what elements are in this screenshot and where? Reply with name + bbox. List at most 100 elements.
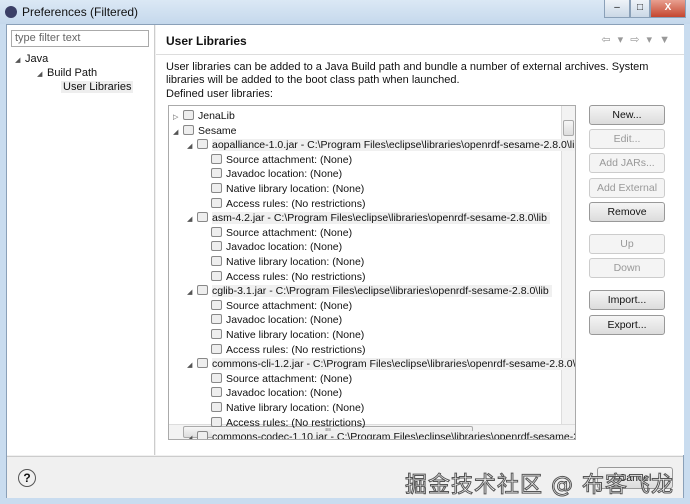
node-label: Sesame [198,124,237,137]
expand-toggle-icon[interactable]: ◢ [173,126,183,140]
nav-user-libraries[interactable]: User Libraries [61,81,134,93]
jar-icon [197,358,208,369]
preference-nav-panel: type filter text ◢ Java ◢ Build Path User … [7,25,155,455]
expand-toggle-icon[interactable]: ◢ [187,213,197,227]
attr-icon [211,168,222,179]
attr-icon [211,402,222,412]
vertical-scroll-thumb[interactable] [563,120,574,136]
attr-icon [211,183,222,193]
attr-icon [211,343,222,354]
node-label: Source attachment: (None) [226,226,353,239]
attr-icon [211,329,222,339]
libraries-tree[interactable]: III ▷JenaLib◢Sesame◢aopalliance-1.0.jar … [168,105,576,440]
attribute-node[interactable]: Native library location: (None) [201,255,364,269]
import-button[interactable]: Import... [589,290,665,310]
user-libraries-page: User Libraries ⇦ ▾ ⇨ ▾ ▼ User libraries … [156,25,684,455]
history-nav-icons[interactable]: ⇦ ▾ ⇨ ▾ ▼ [601,33,672,46]
attribute-node[interactable]: Source attachment: (None) [201,226,352,240]
expand-toggle-icon[interactable]: ◢ [187,286,197,300]
attr-icon [211,299,222,310]
nav-build-path[interactable]: ◢ Build Path [37,67,97,79]
attr-icon [211,314,222,325]
attr-icon [211,256,222,266]
expand-toggle-icon[interactable]: ◢ [187,140,197,154]
attr-icon [211,416,222,427]
node-label: Source attachment: (None) [226,153,353,166]
close-button[interactable]: X [650,0,686,18]
down-button[interactable]: Down [589,258,665,278]
eclipse-icon [5,6,17,18]
nav-java[interactable]: ◢ Java [15,53,48,65]
attr-icon [211,372,222,383]
jar-icon [197,212,208,223]
jar-node[interactable]: ◢ asm-4.2.jar - C:\Program Files\eclipse\… [187,211,550,225]
attr-icon [211,270,222,281]
node-label: JenaLib [198,110,235,122]
lib-icon [183,124,194,135]
attr-icon [211,153,222,164]
attribute-node[interactable]: Native library location: (None) [201,328,364,342]
attribute-node[interactable]: Javadoc location: (None) [201,167,342,181]
node-label: Access rules: (No restrictions) [226,416,366,429]
jar-icon [197,285,208,296]
vertical-scrollbar[interactable] [561,106,575,424]
minimize-button[interactable]: – [604,0,630,18]
lib-icon [183,110,194,120]
export-button[interactable]: Export... [589,315,665,335]
defined-libraries-label: Defined user libraries: [166,88,273,100]
node-label: commons-codec-1.10.jar - C:\Program File… [212,431,575,439]
attribute-node[interactable]: Access rules: (No restrictions) [201,343,365,357]
expand-toggle-icon[interactable]: ◢ [187,432,197,439]
node-label: Native library location: (None) [226,183,365,195]
attribute-node[interactable]: Access rules: (No restrictions) [201,197,365,211]
attribute-node[interactable]: Source attachment: (None) [201,372,352,386]
page-title: User Libraries [166,34,247,48]
node-label: Access rules: (No restrictions) [226,343,366,356]
up-button[interactable]: Up [589,234,665,254]
page-header: User Libraries ⇦ ▾ ⇨ ▾ ▼ [156,25,684,55]
jar-node[interactable]: ◢ commons-cli-1.2.jar - C:\Program Files\… [187,357,575,373]
expand-toggle-icon[interactable]: ◢ [187,359,197,373]
node-label: commons-cli-1.2.jar - C:\Program Files\e… [212,358,575,371]
add-external-jars-button[interactable]: Add External JARs... [589,178,665,212]
new-button[interactable]: New... [589,105,665,125]
node-label: Native library location: (None) [226,329,365,341]
node-label: Source attachment: (None) [226,372,353,385]
node-label: Access rules: (No restrictions) [226,197,366,210]
maximize-button[interactable]: □ [630,0,650,18]
attribute-node[interactable]: Javadoc location: (None) [201,240,342,254]
attribute-node[interactable]: Source attachment: (None) [201,299,352,313]
jar-icon [197,431,208,439]
attribute-node[interactable]: Native library location: (None) [201,182,364,196]
remove-button[interactable]: Remove [589,202,665,222]
page-description: User libraries can be added to a Java Bu… [166,61,649,86]
attribute-node[interactable]: Access rules: (No restrictions) [201,416,365,430]
help-icon[interactable]: ? [18,469,36,487]
library-node[interactable]: ▷ JenaLib [173,109,235,123]
attribute-node[interactable]: Access rules: (No restrictions) [201,270,365,284]
attr-icon [211,197,222,208]
title-bar: Preferences (Filtered) – □ X [0,0,690,24]
add-jars-button[interactable]: Add JARs... [589,153,665,173]
attribute-node[interactable]: Native library location: (None) [201,401,364,415]
jar-node[interactable]: ◢ commons-codec-1.10.jar - C:\Program Fil… [187,430,575,439]
node-label: Native library location: (None) [226,256,365,268]
attr-icon [211,241,222,252]
attr-icon [211,387,222,398]
node-label: aopalliance-1.0.jar - C:\Program Files\e… [212,139,575,152]
jar-node[interactable]: ◢ cglib-3.1.jar - C:\Program Files\eclips… [187,284,552,298]
filter-input[interactable]: type filter text [11,30,149,47]
node-label: Javadoc location: (None) [226,387,343,400]
attribute-node[interactable]: Source attachment: (None) [201,153,352,167]
attribute-node[interactable]: Javadoc location: (None) [201,313,342,327]
node-label: Access rules: (No restrictions) [226,270,366,283]
jar-node[interactable]: ◢ aopalliance-1.0.jar - C:\Program Files\… [187,138,575,154]
edit-button[interactable]: Edit... [589,129,665,149]
node-label: Javadoc location: (None) [226,241,343,254]
library-node[interactable]: ◢ Sesame [173,124,237,138]
node-label: Source attachment: (None) [226,299,353,312]
attribute-node[interactable]: Javadoc location: (None) [201,386,342,400]
node-label: Native library location: (None) [226,402,365,414]
jar-icon [197,139,208,150]
node-label: cglib-3.1.jar - C:\Program Files\eclipse… [212,285,552,298]
